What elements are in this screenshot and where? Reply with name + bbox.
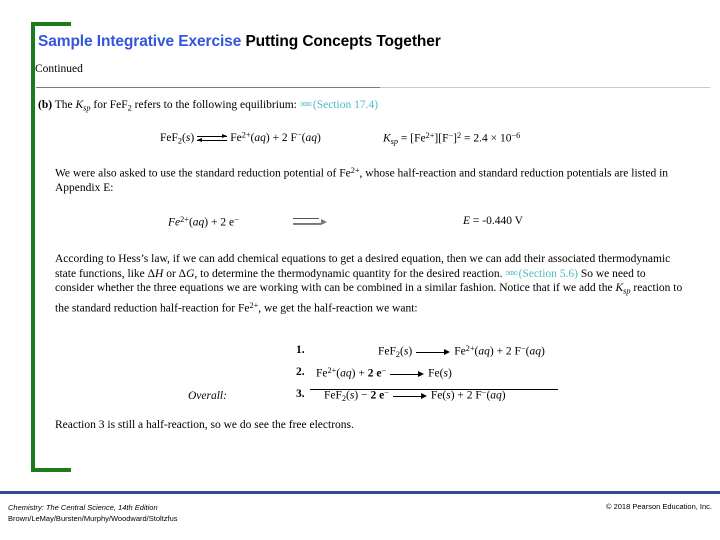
section-reference-17-4[interactable]: (Section 17.4) bbox=[313, 99, 378, 111]
reaction-arrow-icon bbox=[390, 370, 425, 378]
decorative-bracket-bottom bbox=[31, 468, 71, 472]
equation-row-1: 1. FeF2(s) Fe2+(aq) + 2 F−(aq) bbox=[196, 344, 596, 366]
equation-row-2: 2. Fe2+(aq) + 2 e− Fe(s) bbox=[196, 366, 596, 388]
footer-citation: Chemistry: The Central Science, 14th Edi… bbox=[8, 502, 178, 524]
equation-number-2: 2. bbox=[296, 366, 305, 378]
page-title-highlight: Sample Integrative Exercise bbox=[38, 33, 242, 50]
paragraph-conclusion: Reaction 3 is still a half-reaction, so … bbox=[55, 419, 354, 431]
decorative-bracket-top bbox=[31, 22, 71, 26]
equilibrium-product: Fe2+(aq) + 2 F−(aq) bbox=[230, 131, 321, 145]
reaction-arrow-icon bbox=[392, 392, 427, 400]
footer-authors: Brown/LeMay/Bursten/Murphy/Woodward/Stol… bbox=[8, 514, 178, 523]
header-divider-light bbox=[380, 87, 710, 88]
equation-body-2: Fe2+(aq) + 2 e− Fe(s) bbox=[316, 366, 452, 380]
chain-link-icon: ∞∞ bbox=[299, 99, 312, 110]
standard-potential-value: E = -0.440 V bbox=[463, 215, 523, 227]
reaction-arrow-icon bbox=[416, 348, 451, 356]
reaction-arrow-icon bbox=[293, 215, 335, 229]
double-equilibrium-arrow-icon bbox=[197, 133, 228, 144]
half-reaction-equation: Fe2+(aq) + 2 e− bbox=[168, 215, 239, 229]
equation-sum-rule bbox=[310, 389, 558, 390]
paragraph-hess-law: According to Hess’s law, if we can add c… bbox=[55, 253, 683, 315]
part-b-marker: (b) bbox=[38, 99, 53, 111]
page-title-rest: Putting Concepts Together bbox=[245, 33, 441, 50]
decorative-bracket-left bbox=[31, 22, 35, 472]
equation-number-1: 1. bbox=[296, 344, 305, 356]
equation-number-3: 3. bbox=[296, 388, 305, 400]
part-b-line: (b) The Ksp for FeF2 refers to the follo… bbox=[38, 98, 678, 116]
part-b-text-after: refers to the following equilibrium: bbox=[134, 99, 297, 111]
overall-label: Overall: bbox=[188, 390, 227, 402]
footer-book-title: Chemistry: The Central Science, 14th Edi… bbox=[8, 503, 158, 512]
equilibrium-reactant: FeF2(s) bbox=[160, 132, 195, 146]
potential-symbol: E bbox=[463, 215, 471, 227]
part-b-text-before: The bbox=[54, 99, 73, 111]
equation-list: 1. FeF2(s) Fe2+(aq) + 2 F−(aq) 2. Fe2+(aq… bbox=[196, 344, 596, 410]
section-reference-5-6[interactable]: (Section 5.6) bbox=[519, 268, 578, 280]
continued-label: Continued bbox=[35, 63, 83, 75]
footer-copyright: © 2018 Pearson Education, Inc. bbox=[605, 502, 712, 511]
fef2-subscript: 2 bbox=[127, 103, 132, 113]
footer-divider bbox=[0, 491, 720, 494]
equilibrium-equation: FeF2(s) Fe2+(aq) + 2 F−(aq) bbox=[160, 131, 321, 146]
ksp-expression: Ksp = [Fe2+][F−]2 = 2.4 × 10−6 bbox=[383, 131, 521, 146]
page-title: Sample Integrative Exercise Putting Conc… bbox=[38, 33, 698, 51]
equation-body-3: FeF2(s) − 2 e− Fe(s) + 2 F−(aq) bbox=[324, 388, 506, 403]
ksp-subscript: sp bbox=[83, 103, 91, 113]
potential-number: = -0.440 V bbox=[472, 215, 523, 227]
equation-row-3: 3. FeF2(s) − 2 e− Fe(s) + 2 F−(aq) bbox=[196, 388, 596, 410]
part-b-text-mid: for FeF bbox=[93, 99, 128, 111]
equation-body-1: FeF2(s) Fe2+(aq) + 2 F−(aq) bbox=[378, 344, 545, 359]
paragraph-standard-reduction: We were also asked to use the standard r… bbox=[55, 166, 669, 195]
chain-link-icon: ∞∞ bbox=[505, 267, 517, 279]
slide-canvas: Sample Integrative Exercise Putting Conc… bbox=[0, 0, 720, 540]
